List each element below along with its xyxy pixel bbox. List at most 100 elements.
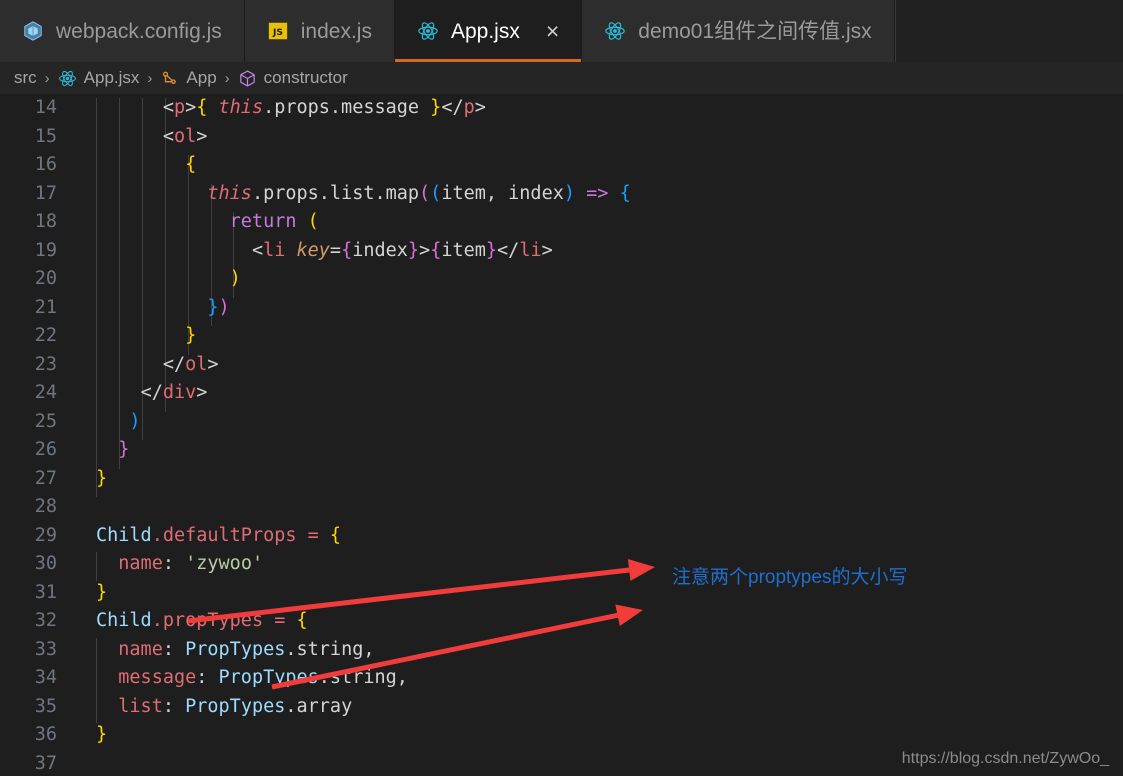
code-token: message — [118, 667, 197, 688]
breadcrumb-item-label: constructor — [263, 68, 348, 87]
code-token: , — [363, 638, 375, 660]
code-line[interactable]: 19 <li key={index}>{item}</li> — [0, 237, 1123, 266]
line-number: 27 — [34, 467, 57, 489]
code-line-text: } — [96, 322, 196, 351]
code-token: ) — [218, 296, 230, 318]
code-line[interactable]: 34 message: PropTypes.string, — [0, 664, 1123, 693]
editor-tab-3[interactable]: App.jsx × — [394, 0, 583, 62]
line-number: 17 — [34, 182, 57, 204]
code-line-text: ) — [96, 408, 140, 437]
line-number: 32 — [34, 610, 57, 631]
code-token: ol — [185, 353, 208, 375]
line-number: 21 — [34, 296, 57, 318]
code-line[interactable]: 36} — [0, 721, 1123, 750]
breadcrumb-item-4[interactable]: constructor — [238, 68, 348, 88]
code-token: Child — [96, 524, 152, 546]
breadcrumb-separator: › — [224, 69, 230, 87]
code-line[interactable]: 27} — [0, 465, 1123, 494]
code-line[interactable]: 32 Child.propTypes = { — [0, 607, 1123, 636]
code-line-text: Child.propTypes = { — [96, 607, 308, 636]
code-token: li — [519, 239, 542, 261]
code-line[interactable]: 25 ) — [0, 408, 1123, 437]
code-token: ( — [430, 182, 442, 204]
code-line[interactable]: 33 name: PropTypes.string, — [0, 636, 1123, 665]
code-line[interactable]: 29 Child.defaultProps = { — [0, 522, 1123, 551]
line-number: 16 — [34, 154, 57, 175]
editor-tab-1[interactable]: webpack.config.js — [0, 0, 245, 62]
code-token: = — [307, 524, 319, 546]
editor-tab-2[interactable]: JS index.js — [244, 0, 395, 62]
breadcrumb-item-2[interactable]: App.jsx — [58, 68, 140, 88]
code-line-text: message: PropTypes.string, — [96, 664, 408, 693]
code-token: key — [296, 239, 330, 261]
code-token: 'zywoo' — [185, 553, 264, 574]
svg-text:JS: JS — [272, 27, 283, 38]
code-token: </ — [140, 382, 163, 403]
line-number: 22 — [34, 325, 57, 346]
code-token: div — [162, 382, 197, 403]
code-line[interactable]: 20 ) — [0, 265, 1123, 294]
editor-tab-label: demo01组件之间传值.jsx — [638, 19, 872, 43]
code-token: } — [96, 581, 108, 603]
react-icon — [417, 20, 439, 42]
code-token: = — [329, 239, 342, 261]
code-token: item — [441, 182, 486, 204]
breadcrumb-item-3[interactable]: App — [160, 68, 217, 88]
code-line[interactable]: 16 { — [0, 151, 1123, 180]
close-icon[interactable]: × — [546, 19, 559, 43]
code-token: ) — [229, 268, 241, 289]
code-line[interactable]: 24 </div> — [0, 379, 1123, 408]
code-token: { — [619, 182, 631, 204]
code-token: PropTypes — [185, 638, 286, 660]
code-content[interactable]: 14 <p>{ this.props.message }</p> 15 <ol> 1… — [0, 94, 1123, 776]
code-line[interactable]: 17 this.props.list.map((item, index) => … — [0, 180, 1123, 209]
code-token: } — [485, 239, 498, 261]
code-line[interactable]: 22 } — [0, 322, 1123, 351]
line-number: 18 — [34, 211, 57, 232]
code-line[interactable]: 28 — [0, 493, 1123, 522]
code-line[interactable]: 18 return ( — [0, 208, 1123, 237]
code-token: , — [485, 182, 509, 204]
method-icon — [238, 69, 257, 88]
code-token: { — [296, 610, 308, 631]
code-line[interactable]: 26 } — [0, 436, 1123, 465]
code-line[interactable]: 35 list: PropTypes.array — [0, 693, 1123, 722]
code-line[interactable]: 23 </ol> — [0, 351, 1123, 380]
code-token: : — [162, 638, 186, 660]
code-editor[interactable]: 14 <p>{ this.props.message }</p> 15 <ol> 1… — [0, 94, 1123, 776]
code-line-text: <p>{ this.props.message }</p> — [96, 94, 486, 123]
code-line[interactable]: 31} — [0, 579, 1123, 608]
code-line[interactable]: 30 name: 'zywoo' — [0, 550, 1123, 579]
code-token: </ — [441, 97, 464, 118]
code-line[interactable]: 21 }) — [0, 294, 1123, 323]
code-token: } — [207, 296, 219, 318]
webpack-icon — [22, 20, 44, 42]
code-line[interactable]: 15 <ol> — [0, 123, 1123, 152]
code-line[interactable]: 14 <p>{ this.props.message }</p> — [0, 94, 1123, 123]
code-line[interactable]: 37 — [0, 750, 1123, 776]
line-number: 26 — [34, 439, 57, 460]
breadcrumb-item-1[interactable]: src — [14, 68, 37, 88]
code-token: .props.message — [263, 97, 420, 118]
code-token: { — [341, 239, 353, 261]
editor-tab-4[interactable]: demo01组件之间传值.jsx — [582, 0, 895, 62]
code-line-text: }) — [96, 294, 230, 323]
code-token: name — [118, 553, 163, 574]
code-token: > — [185, 97, 197, 118]
line-number: 25 — [34, 410, 57, 432]
code-token: } — [185, 325, 197, 346]
breadcrumb-item-label: App.jsx — [83, 68, 140, 87]
line-number: 14 — [34, 97, 57, 118]
